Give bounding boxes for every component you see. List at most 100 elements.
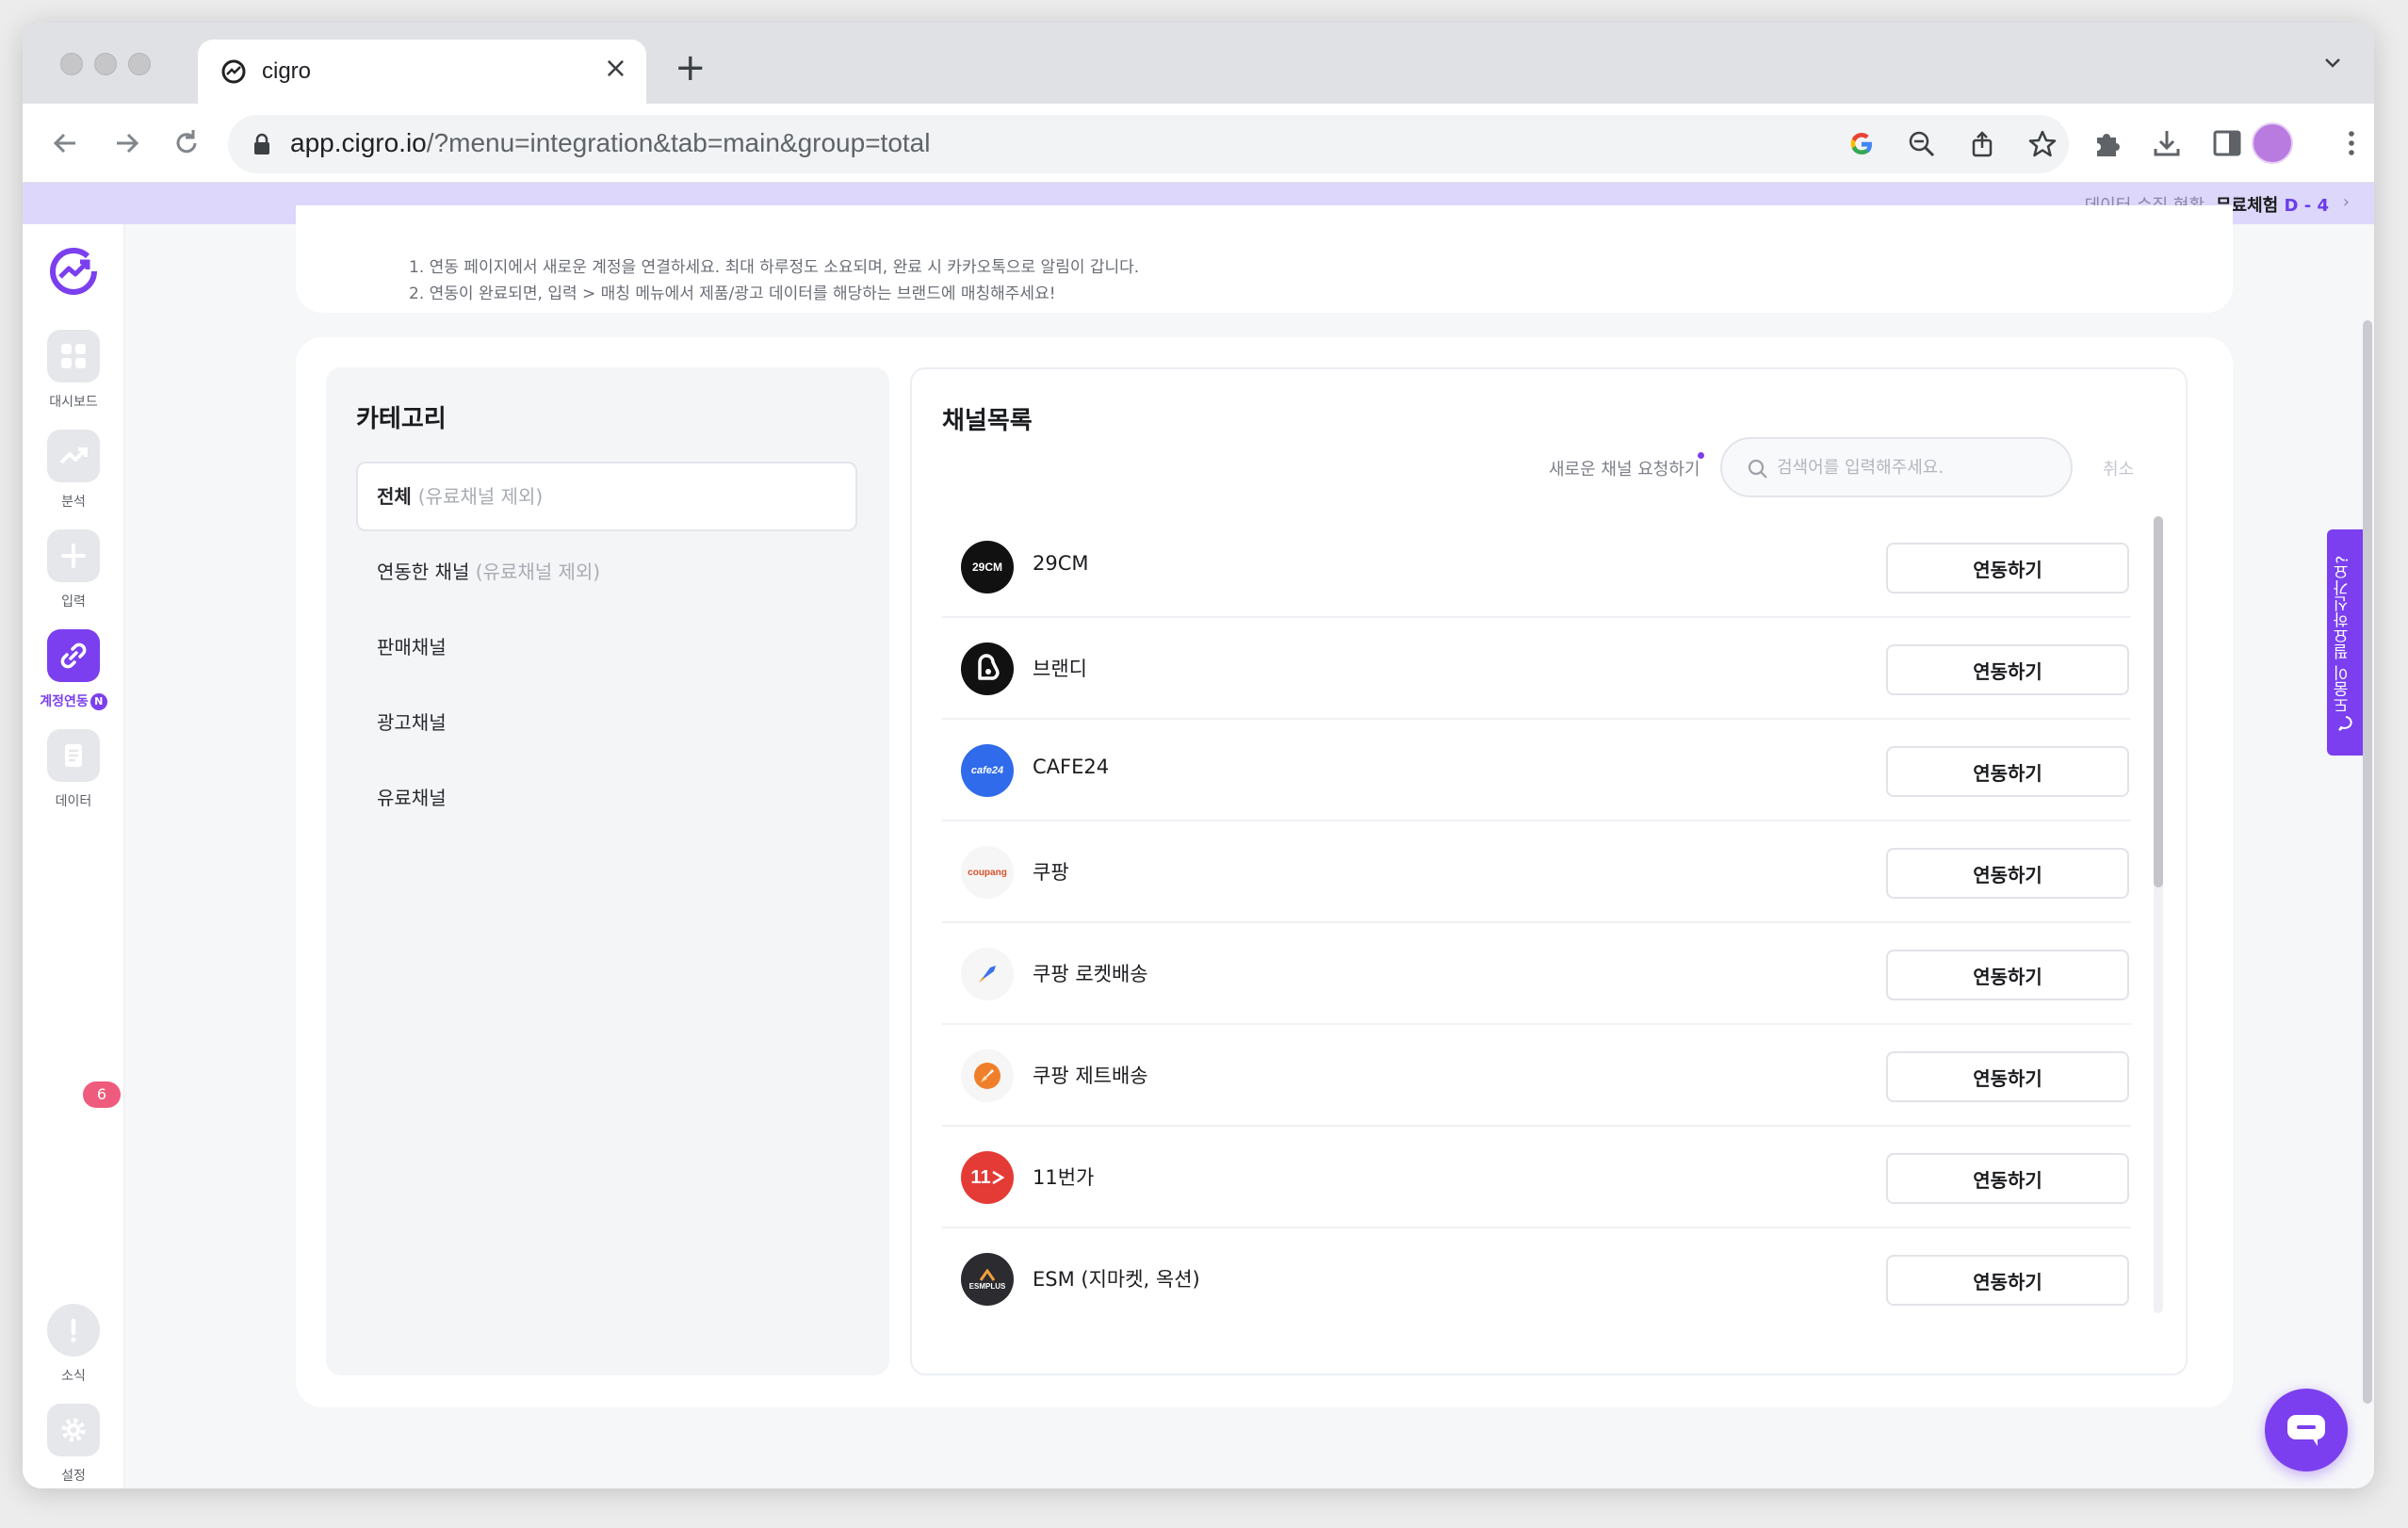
chart-icon <box>47 430 100 482</box>
cigro-logo-icon[interactable] <box>47 245 100 298</box>
category-title: 카테고리 <box>356 405 447 433</box>
search-icon <box>1748 459 1767 479</box>
tab-bar: cigro × + <box>23 23 2374 104</box>
nav-input[interactable]: 입력 <box>23 529 124 610</box>
channel-row: cafe24 CAFE24 연동하기 <box>942 720 2131 821</box>
page-scrollbar-thumb[interactable] <box>2363 320 2372 1404</box>
nav-label: 소식 <box>61 1369 86 1384</box>
dashboard-icon <box>47 330 100 382</box>
category-panel: 카테고리 전체 (유료채널 제외) 연동한 채널 (유료채널 제외) 판매채널 … <box>326 367 889 1375</box>
profile-avatar[interactable] <box>2252 122 2293 164</box>
channel-row: 브랜디 연동하기 <box>942 618 2131 720</box>
browser-window: cigro × + app.cigro.io/?menu=integration… <box>23 23 2374 1488</box>
side-panel-icon[interactable] <box>2210 126 2244 160</box>
chat-icon <box>2287 1415 2325 1446</box>
channel-list-scrollbar[interactable] <box>2154 516 2163 1313</box>
channel-row: 29CM 29CM 연동하기 <box>942 516 2131 618</box>
instruction-line: 2. 연동이 완료되면, 입력 > 매칭 메뉴에서 제품/광고 데이터를 해당하… <box>409 284 1056 303</box>
tab-title: cigro <box>262 58 312 84</box>
nav-label: 계정연동 N <box>23 691 124 710</box>
left-sidebar: 대시보드 분석 입력 계정연동 N 데이터 소식 6 설정 <box>23 224 124 1488</box>
minimize-window-button[interactable] <box>94 53 117 75</box>
zoom-window-button[interactable] <box>128 53 151 75</box>
new-tab-button[interactable]: + <box>675 49 707 87</box>
tab-search-chevron-icon[interactable] <box>2321 51 2344 73</box>
connect-button[interactable]: 연동하기 <box>1886 1051 2129 1102</box>
cancel-button[interactable]: 취소 <box>2103 456 2134 480</box>
channel-list-title: 채널목록 <box>942 407 1033 435</box>
lock-icon <box>254 133 269 154</box>
more-menu-icon[interactable] <box>2335 126 2368 160</box>
nav-label: 데이터 <box>55 794 92 809</box>
rocket-logo-icon <box>961 948 1014 1000</box>
channel-name: 브랜디 <box>1033 658 1087 680</box>
help-tab[interactable]: 도움이 필요하신가요? <box>2327 529 2365 756</box>
news-count-badge: 6 <box>83 1081 121 1108</box>
category-item-ads[interactable]: 광고채널 <box>356 688 857 757</box>
channel-panel: 채널목록 새로운 채널 요청하기 취소 29CM 29CM 연동하기 <box>910 367 2188 1375</box>
google-icon[interactable] <box>1847 129 1877 159</box>
reload-icon[interactable] <box>168 124 205 162</box>
zoom-out-icon[interactable] <box>1907 129 1937 159</box>
plus-icon <box>47 529 100 582</box>
search-input[interactable] <box>1777 452 2050 482</box>
help-tab-label: 도움이 필요하신가요? <box>2334 555 2352 713</box>
instruction-line: 1. 연동 페이지에서 새로운 계정을 연결하세요. 최대 하루정도 소요되며,… <box>409 258 1140 277</box>
channel-name: 11번가 <box>1033 1166 1095 1189</box>
back-arrow-icon[interactable] <box>47 124 85 162</box>
url-text: app.cigro.io/?menu=integration&tab=main&… <box>290 128 931 157</box>
download-icon[interactable] <box>2150 126 2184 160</box>
channel-name: 쿠팡 <box>1033 861 1069 884</box>
new-badge: N <box>89 693 107 710</box>
bookmark-star-icon[interactable] <box>2027 129 2058 159</box>
connect-button[interactable]: 연동하기 <box>1886 950 2129 1000</box>
category-item-paid[interactable]: 유료채널 <box>356 763 857 833</box>
address-bar[interactable]: app.cigro.io/?menu=integration&tab=main&… <box>228 115 2069 173</box>
chat-launcher-button[interactable] <box>2265 1389 2348 1471</box>
nav-data[interactable]: 데이터 <box>23 729 124 810</box>
nav-analysis[interactable]: 분석 <box>23 430 124 511</box>
channel-row: 11 11번가 연동하기 <box>942 1127 2131 1228</box>
category-item-sales[interactable]: 판매채널 <box>356 612 857 682</box>
instructions-text: 1. 연동 페이지에서 새로운 계정을 연결하세요. 최대 하루정도 소요되며,… <box>409 254 1139 307</box>
channel-row: 쿠팡 로켓배송 연동하기 <box>942 923 2131 1025</box>
channel-row: coupang 쿠팡 연동하기 <box>942 821 2131 923</box>
nav-settings[interactable]: 설정 <box>23 1404 124 1485</box>
link-icon <box>47 629 100 682</box>
esmplus-logo-icon: ESMPLUS <box>961 1253 1014 1306</box>
request-dot <box>1698 452 1704 459</box>
connect-button[interactable]: 연동하기 <box>1886 543 2129 593</box>
connect-button[interactable]: 연동하기 <box>1886 644 2129 695</box>
nav-integration[interactable]: 계정연동 N <box>23 629 124 710</box>
nav-label: 분석 <box>61 495 86 510</box>
browser-toolbar: app.cigro.io/?menu=integration&tab=main&… <box>23 104 2374 183</box>
nav-news[interactable]: 소식 <box>23 1304 124 1385</box>
connect-button[interactable]: 연동하기 <box>1886 1255 2129 1306</box>
11st-logo-icon: 11 <box>961 1151 1014 1204</box>
brandi-logo-icon <box>961 642 1014 695</box>
close-window-button[interactable] <box>60 53 83 75</box>
cafe24-logo-icon: cafe24 <box>961 744 1014 797</box>
cigro-favicon-icon <box>221 59 246 84</box>
channel-name: 29CM <box>1033 552 1089 575</box>
channel-search[interactable] <box>1720 437 2073 497</box>
browser-tab[interactable]: cigro × <box>198 40 646 104</box>
request-channel-link[interactable]: 새로운 채널 요청하기 <box>1549 456 1700 480</box>
connect-button[interactable]: 연동하기 <box>1886 1153 2129 1204</box>
coupang-logo-icon: coupang <box>961 846 1014 899</box>
nav-dashboard[interactable]: 대시보드 <box>23 330 124 411</box>
gear-icon <box>47 1404 100 1456</box>
extensions-icon[interactable] <box>2090 126 2123 160</box>
connect-button[interactable]: 연동하기 <box>1886 746 2129 797</box>
connect-button[interactable]: 연동하기 <box>1886 848 2129 899</box>
scrollbar-thumb[interactable] <box>2154 516 2163 887</box>
category-item-all[interactable]: 전체 (유료채널 제외) <box>356 462 857 531</box>
channel-name: 쿠팡 제트배송 <box>1033 1065 1148 1087</box>
share-icon[interactable] <box>1967 129 1997 159</box>
forward-arrow-icon[interactable] <box>107 124 145 162</box>
channel-name: 쿠팡 로켓배송 <box>1033 963 1148 985</box>
tab-close-icon[interactable]: × <box>604 55 627 83</box>
category-item-connected[interactable]: 연동한 채널 (유료채널 제외) <box>356 537 857 607</box>
channel-list: 29CM 29CM 연동하기 브랜디 연동하기 cafe24 CAFE24 연동… <box>942 516 2131 1313</box>
nav-label: 설정 <box>61 1469 86 1484</box>
